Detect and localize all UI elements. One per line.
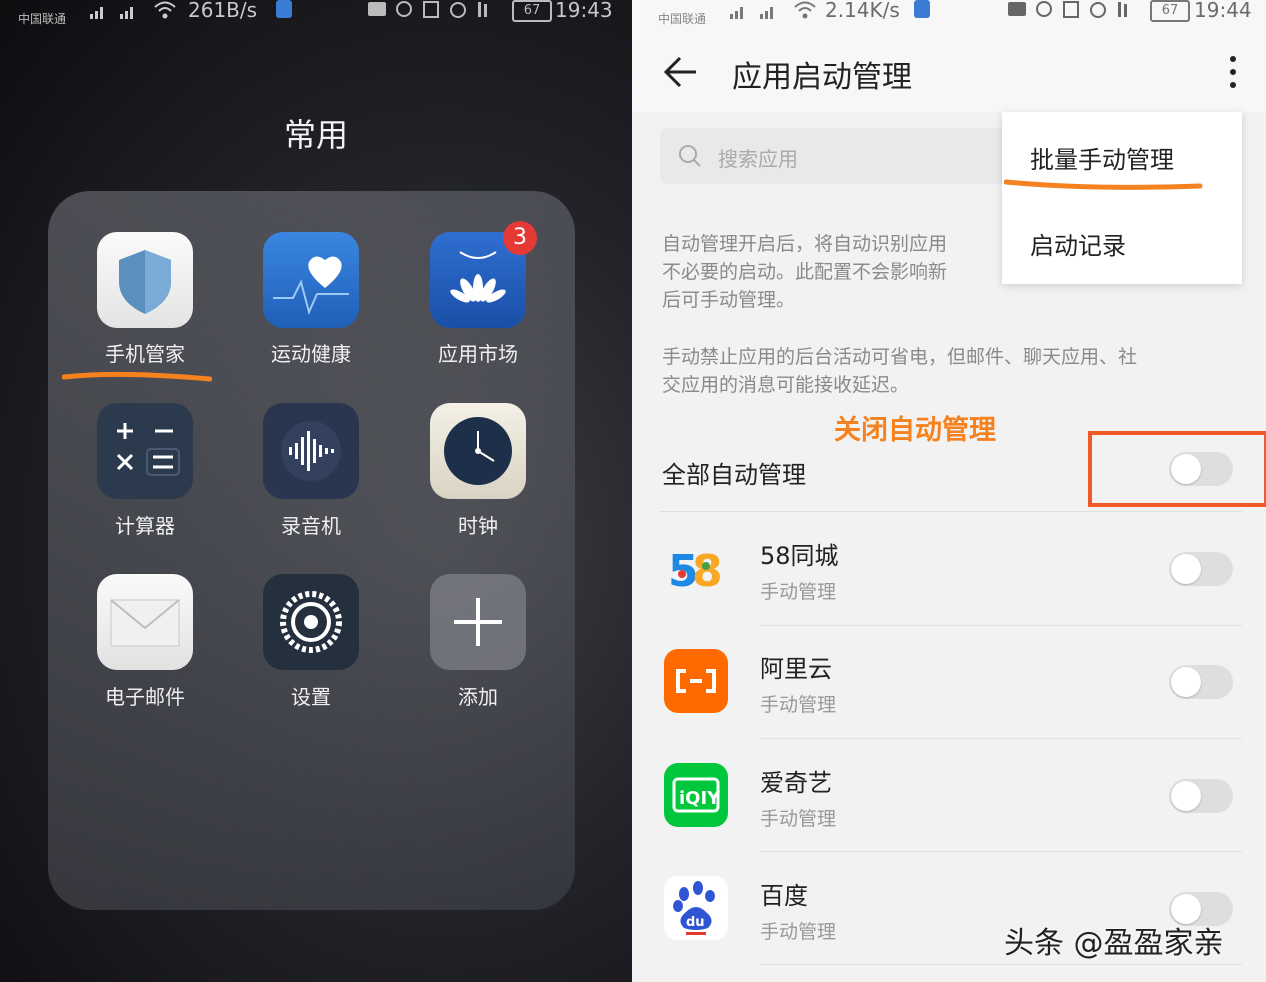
signal-icon: [88, 2, 148, 20]
app-name-aliyun: 阿里云: [760, 655, 832, 683]
battery-icon: 67: [512, 0, 552, 22]
search-placeholder: 搜索应用: [718, 147, 798, 171]
gear-icon: [280, 591, 342, 653]
status-icons: [368, 0, 508, 20]
app-label-calculator: 计算器: [115, 514, 175, 538]
app-status-58: 手动管理: [760, 581, 837, 603]
app-label-recorder: 录音机: [281, 514, 341, 538]
auto-manage-description: 自动管理开启后，将自动识别应用 不必要的启动。此配置不会影响新 后可手动管理。: [662, 233, 948, 311]
plus-icon: [454, 598, 502, 646]
calculator-app[interactable]: [97, 403, 193, 499]
menu-item-launch-log[interactable]: 启动记录: [1030, 226, 1126, 261]
toggle-58[interactable]: [1169, 552, 1233, 586]
battery-icon: 67: [1150, 0, 1190, 22]
more-options-icon[interactable]: [1228, 54, 1238, 90]
update-badge: 3: [503, 221, 537, 255]
app-label-clock: 时钟: [458, 514, 498, 538]
heart-icon: [273, 256, 349, 315]
clock-icon: [444, 417, 512, 485]
svg-text:8: 8: [692, 546, 723, 597]
overflow-menu: 批量手动管理 启动记录: [1002, 112, 1242, 284]
network-speed: 261B/s: [188, 0, 258, 22]
status-icons: [1008, 0, 1148, 20]
add-app-button[interactable]: [430, 574, 526, 670]
highlight-underline: [61, 368, 213, 382]
carrier-label: 中国联通: [658, 12, 707, 26]
iqiyi-logo-icon: iQIY: [664, 763, 728, 827]
calculator-icon: [116, 423, 180, 476]
clock-time: 19:44: [1194, 0, 1252, 22]
baidu-logo-icon: du: [664, 876, 728, 940]
app-name-iqiyi: 爱奇艺: [760, 769, 832, 797]
svg-text:iQIY: iQIY: [679, 788, 721, 809]
app-label-health: 运动健康: [271, 342, 351, 366]
shield-icon: [119, 250, 171, 314]
back-arrow-icon[interactable]: [662, 54, 698, 90]
menu-item-batch-manual[interactable]: 批量手动管理: [1030, 140, 1174, 175]
wifi-icon: [792, 0, 818, 20]
toggle-iqiyi[interactable]: [1169, 779, 1233, 813]
toggle-aliyun[interactable]: [1169, 665, 1233, 699]
signal-icon: [728, 2, 788, 20]
divider: [760, 738, 1242, 739]
app-label-market: 应用市场: [438, 342, 518, 366]
app-label-settings: 设置: [291, 685, 331, 709]
divider: [760, 964, 1242, 965]
page-title: 应用启动管理: [732, 60, 912, 95]
divider: [660, 511, 1242, 512]
app-label-phone-manager: 手机管家: [105, 342, 185, 366]
svg-text:du: du: [686, 915, 705, 930]
search-icon: [679, 145, 701, 167]
settings-app[interactable]: [263, 574, 359, 670]
highlight-box: [1088, 431, 1266, 507]
divider: [760, 851, 1242, 852]
health-app[interactable]: [263, 232, 359, 328]
app-status-baidu: 手动管理: [760, 921, 837, 943]
app-status-iqiyi: 手动管理: [760, 808, 837, 830]
watermark: 头条 @盈盈家亲: [1004, 926, 1224, 961]
email-app[interactable]: [97, 574, 193, 670]
aliyun-logo-icon: [664, 649, 728, 713]
network-speed: 2.14K/s: [825, 0, 900, 22]
clock-app[interactable]: [430, 403, 526, 499]
annotation-label: 关闭自动管理: [834, 415, 996, 446]
clock-time: 19:43: [555, 0, 613, 22]
wifi-icon: [152, 0, 178, 20]
app-58-logo-icon: 58: [664, 536, 728, 600]
app-name-58: 58同城: [760, 542, 839, 570]
master-switch-label: 全部自动管理: [662, 461, 806, 489]
carrier-label: 中国联通: [18, 12, 67, 26]
notification-icon: [276, 0, 292, 18]
right-screen: 中国联通 2.14K/s 67 19:44 应用启动管理 搜索应用 自动管理开启…: [632, 0, 1266, 982]
highlight-underline: [1004, 179, 1203, 190]
divider: [760, 625, 1242, 626]
recorder-app[interactable]: [263, 403, 359, 499]
manual-description: 手动禁止应用的后台活动可省电，但邮件、聊天应用、社 交应用的消息可能接收延迟。: [662, 346, 1138, 396]
left-screen: 中国联通 261B/s 67 19:43 常用 手机管家 运动健康 3 应用市场…: [0, 0, 632, 982]
app-name-baidu: 百度: [760, 882, 808, 910]
envelope-icon: [110, 599, 180, 647]
phone-manager-app[interactable]: [97, 232, 193, 328]
notification-icon: [914, 0, 930, 18]
app-label-add: 添加: [458, 685, 498, 709]
waveform-icon: [281, 421, 341, 481]
app-label-email: 电子邮件: [105, 685, 185, 709]
app-status-aliyun: 手动管理: [760, 694, 837, 716]
folder-title: 常用: [283, 116, 348, 154]
